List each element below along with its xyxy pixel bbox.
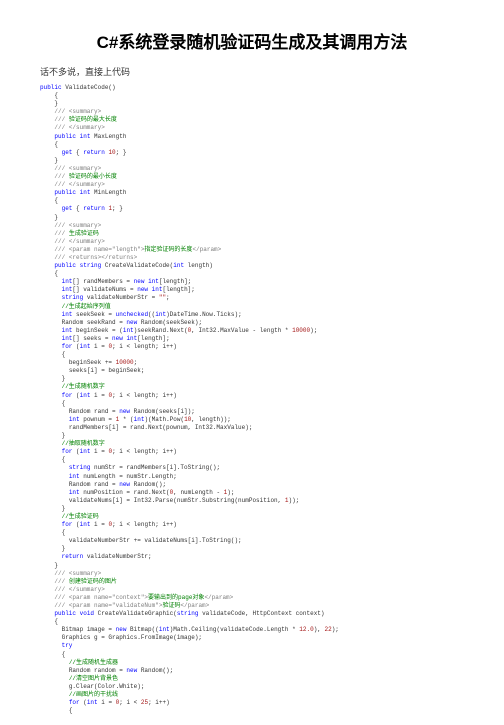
code-block: public ValidateCode() { } /// <summary> … (40, 84, 464, 715)
document-container: C#系统登录随机验证码生成及其调用方法 话不多说，直接上代码 public Va… (0, 0, 504, 725)
intro-text: 话不多说，直接上代码 (40, 65, 464, 78)
document-title: C#系统登录随机验证码生成及其调用方法 (40, 28, 464, 53)
